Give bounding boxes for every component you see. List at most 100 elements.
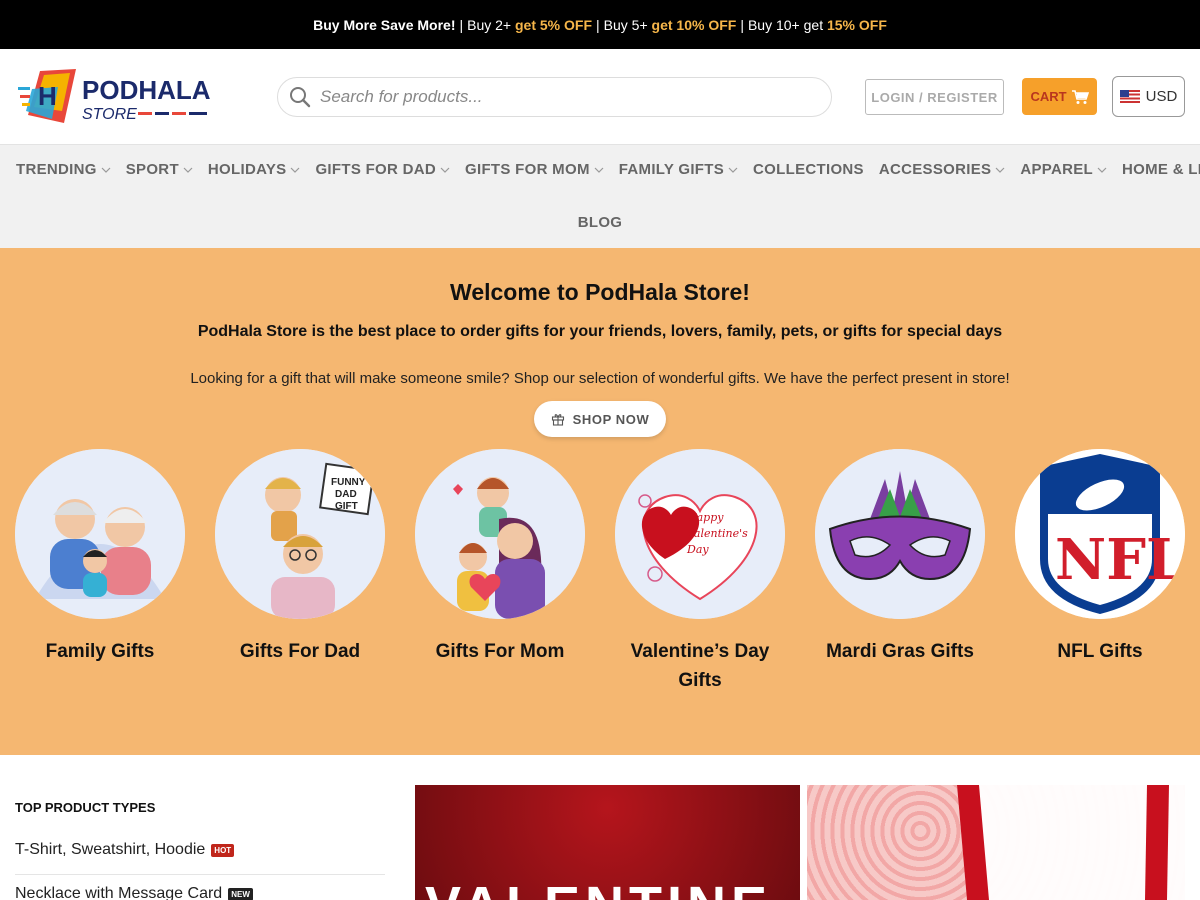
shop-now-label: SHOP NOW — [572, 411, 650, 427]
logo-icon: H PODHALA STORE — [18, 69, 211, 123]
chevron-down-icon — [440, 167, 450, 173]
chevron-down-icon — [183, 167, 193, 173]
nav-item-apparel[interactable]: APPAREL — [1020, 161, 1107, 178]
promo-highlight-2: get 10% OFF — [651, 16, 737, 33]
nav-item-gifts-for-dad[interactable]: GIFTS FOR DAD — [315, 161, 450, 178]
promo-text-3: Buy 10+ get — [747, 16, 824, 33]
nav-item-trending[interactable]: TRENDING — [16, 161, 111, 178]
chevron-down-icon — [291, 167, 300, 173]
nav-item-accessories[interactable]: ACCESSORIES — [879, 161, 1006, 178]
svg-text:Day: Day — [686, 543, 709, 556]
nav-label: COLLECTIONS — [753, 161, 864, 178]
logo-sub-text: STORE — [82, 106, 137, 123]
svg-text:NFL: NFL — [1055, 527, 1185, 593]
cart-icon — [1071, 89, 1089, 104]
nav-label: ACCESSORIES — [878, 161, 992, 178]
chevron-down-icon — [728, 167, 738, 173]
nav-item-gifts-for-mom[interactable]: GIFTS FOR MOM — [465, 161, 604, 178]
chevron-down-icon — [995, 167, 1005, 173]
nav-item-family-gifts[interactable]: FAMILY GIFTS — [619, 161, 738, 178]
promo-separator: | — [596, 16, 600, 33]
category-valentines-day-gifts[interactable]: Happy Valentine's Day Valentine’s Day Gi… — [615, 449, 785, 695]
nav-label: TRENDING — [16, 161, 97, 178]
sidebar-item-label: Necklace with Message Card — [15, 885, 223, 900]
logo-main-text: PODHALA — [82, 75, 211, 105]
promo-separator: | — [740, 16, 744, 33]
svg-text:FUNNY: FUNNY — [331, 477, 366, 488]
svg-text:GIFT: GIFT — [335, 501, 358, 512]
category-label: Gifts For Dad — [239, 641, 361, 662]
category-gifts-for-dad[interactable]: FUNNY DAD GIFT Gifts For Dad — [215, 449, 385, 666]
svg-text:H: H — [38, 81, 57, 111]
category-label: Mardi Gras Gifts — [826, 641, 974, 662]
search-input[interactable] — [320, 87, 800, 107]
hero-subtitle: PodHala Store is the best place to order… — [197, 323, 1003, 340]
category-gifts-for-mom[interactable]: Gifts For Mom — [415, 449, 585, 666]
valentine-banner-text: VALENTINE — [425, 875, 772, 900]
nav-item-collections[interactable]: COLLECTIONS — [753, 161, 864, 178]
promo-text-2: Buy 5+ — [603, 16, 648, 33]
currency-label: USD — [1145, 88, 1178, 105]
promo-lead: Buy More Save More! — [313, 16, 456, 33]
currency-selector[interactable]: USD — [1112, 76, 1185, 117]
nav-label: HOME & LIVING — [1122, 161, 1200, 178]
nfl-gifts-image: NFL — [1015, 449, 1185, 619]
hero-description: Looking for a gift that will make someon… — [190, 370, 1010, 387]
login-register-button[interactable]: LOGIN / REGISTER — [865, 79, 1004, 115]
category-nfl-gifts[interactable]: NFL NFL Gifts — [1015, 449, 1185, 666]
svg-text:Happy: Happy — [686, 511, 724, 524]
family-illustration — [15, 449, 185, 619]
main-navigation: TRENDING SPORT HOLIDAYS GIFTS FOR DAD GI… — [0, 144, 1200, 248]
nav-item-blog[interactable]: BLOG — [578, 214, 623, 231]
gift-box-banner[interactable] — [807, 785, 1185, 900]
mask-illustration — [815, 449, 985, 619]
promo-highlight-1: get 5% OFF — [515, 16, 593, 33]
nav-label: FAMILY GIFTS — [618, 161, 725, 178]
nav-row: TRENDING SPORT HOLIDAYS GIFTS FOR DAD GI… — [16, 161, 1200, 178]
category-family-gifts[interactable]: Family Gifts — [15, 449, 185, 666]
dad-illustration: FUNNY DAD GIFT — [215, 449, 385, 619]
valentine-banner[interactable]: VALENTINE — [415, 785, 800, 900]
site-header: H PODHALA STORE LOGIN / REGISTER CART — [0, 49, 1200, 144]
mardi-gras-image — [815, 449, 985, 619]
gifts-for-mom-image — [415, 449, 585, 619]
cart-button[interactable]: CART — [1022, 78, 1097, 115]
nfl-shield-illustration: NFL — [1015, 449, 1185, 619]
nav-label: HOLIDAYS — [207, 161, 287, 178]
search-icon[interactable] — [288, 85, 312, 109]
sidebar-title: TOP PRODUCT TYPES — [15, 800, 156, 815]
chevron-down-icon — [1097, 167, 1107, 173]
cart-label: CART — [1030, 89, 1067, 104]
category-label: Family Gifts — [45, 641, 155, 662]
nav-row: BLOG — [0, 214, 1200, 231]
nav-label: GIFTS FOR MOM — [465, 161, 590, 178]
chevron-down-icon — [101, 167, 111, 173]
hero-title: Welcome to PodHala Store! — [450, 279, 750, 305]
category-label: NFL Gifts — [1057, 641, 1143, 662]
nav-item-sport[interactable]: SPORT — [126, 161, 193, 178]
hero-section: Welcome to PodHala Store! PodHala Store … — [0, 248, 1200, 755]
gifts-for-dad-image: FUNNY DAD GIFT — [215, 449, 385, 619]
nav-label: SPORT — [125, 161, 179, 178]
nav-label: GIFTS FOR DAD — [315, 161, 437, 178]
new-badge: NEW — [228, 887, 253, 900]
valentine-illustration: Happy Valentine's Day — [615, 449, 785, 619]
search-bar[interactable] — [277, 77, 832, 117]
promo-text-1: Buy 2+ — [467, 16, 512, 33]
sidebar-item-tshirt[interactable]: T-Shirt, Sweatshirt, Hoodie HOT — [15, 841, 235, 859]
svg-text:Valentine's: Valentine's — [687, 527, 748, 540]
store-logo[interactable]: H PODHALA STORE — [18, 67, 218, 127]
category-label: Gifts For Mom — [435, 641, 565, 662]
shop-now-button[interactable]: SHOP NOW — [534, 401, 666, 437]
promo-bar: Buy More Save More! | Buy 2+ get 5% OFF … — [0, 0, 1200, 49]
promo-separator: | — [459, 16, 464, 33]
promo-highlight-3: 15% OFF — [826, 16, 887, 33]
sidebar-item-necklace[interactable]: Necklace with Message Card NEW — [15, 885, 253, 900]
mom-illustration — [415, 449, 585, 619]
category-mardi-gras-gifts[interactable]: Mardi Gras Gifts — [815, 449, 985, 666]
nav-item-holidays[interactable]: HOLIDAYS — [208, 161, 301, 178]
us-flag-icon — [1119, 90, 1140, 103]
nav-item-home-living[interactable]: HOME & LIVING — [1122, 161, 1200, 178]
nav-label: APPAREL — [1020, 161, 1094, 178]
sidebar-item-label: T-Shirt, Sweatshirt, Hoodie — [15, 841, 206, 858]
